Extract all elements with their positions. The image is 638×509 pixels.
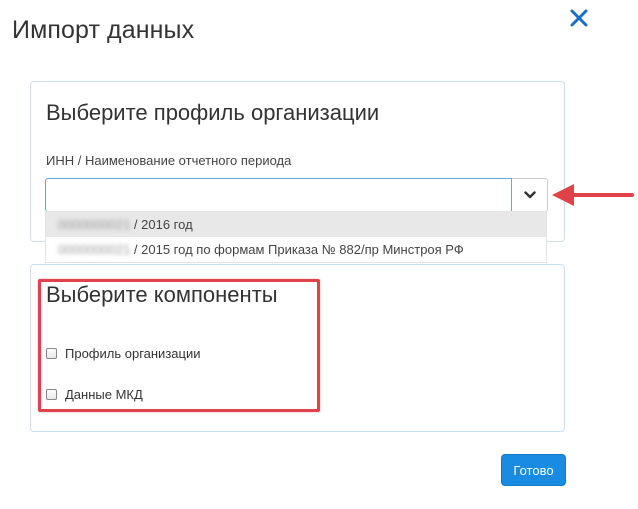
dropdown-toggle-button[interactable] bbox=[512, 178, 548, 212]
profile-select bbox=[45, 178, 548, 212]
masked-inn: 0000000021 bbox=[58, 242, 131, 257]
dropdown-option[interactable]: 0000000021 / 2016 год bbox=[46, 212, 546, 237]
inn-period-label: ИНН / Наименование отчетного периода bbox=[46, 153, 292, 168]
masked-inn: 0000000021 bbox=[58, 217, 131, 232]
option-period-text: / 2016 год bbox=[130, 217, 193, 232]
modal-title: Импорт данных bbox=[12, 16, 195, 44]
chevron-down-icon bbox=[523, 191, 536, 199]
dropdown-option[interactable]: 0000000021 / 2015 год по формам Приказа … bbox=[46, 237, 546, 262]
annotation-highlight-box bbox=[38, 279, 320, 412]
option-period-text: / 2015 год по формам Приказа № 882/пр Ми… bbox=[130, 242, 464, 257]
close-icon bbox=[570, 9, 588, 27]
close-button[interactable] bbox=[565, 4, 593, 32]
done-button[interactable]: Готово bbox=[501, 454, 566, 486]
annotation-arrow-icon bbox=[552, 184, 634, 206]
profile-panel-heading: Выберите профиль организации bbox=[46, 100, 380, 125]
profile-select-input[interactable] bbox=[45, 178, 512, 212]
import-data-modal: Импорт данных Выберите профиль организац… bbox=[0, 0, 638, 509]
profile-dropdown-list: 0000000021 / 2016 год 0000000021 / 2015 … bbox=[45, 211, 547, 263]
